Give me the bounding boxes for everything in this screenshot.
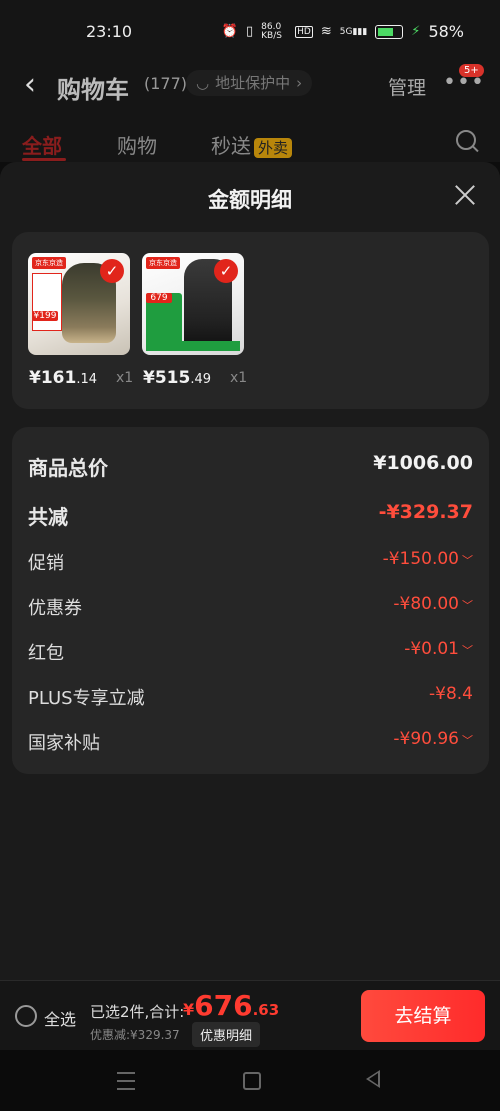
message-badge: 5+ (459, 64, 484, 77)
chevron-right-icon: › (296, 74, 303, 92)
saving-text: 优惠减:¥329.37 (90, 1028, 180, 1042)
red-packet-value: -¥0.01 ﹀ (404, 639, 473, 659)
discount-detail-button[interactable]: 优惠明细 (192, 1022, 261, 1047)
network-speed: 86.0 KB/S (261, 21, 282, 41)
coupon-value: -¥80.00 ﹀ (393, 594, 473, 614)
total-value: ¥1006.00 (373, 452, 473, 474)
cart-header: ‹ 购物车 (177) ◡ 地址保护中 › 管理 ••• 5+ (0, 62, 500, 116)
plus-discount-label: PLUS专享立减 (28, 688, 145, 709)
discount-value: -¥329.37 (378, 501, 473, 523)
image-promo-block (32, 273, 62, 331)
image-promo-strip (146, 341, 240, 351)
selected-summary: 已选2件,合计: (90, 1003, 185, 1021)
tab-instant-delivery[interactable]: 秒送 外卖 (211, 130, 293, 159)
product-qty: x1 (230, 370, 248, 386)
back-icon[interactable] (366, 1070, 380, 1088)
hd-icon: HD (295, 25, 313, 38)
chevron-down-icon: ﹀ (462, 554, 473, 567)
product-image[interactable]: 京东京造 ¥199 ✓ (28, 253, 130, 355)
image-price-tag: ¥199 (32, 311, 58, 321)
tab-instant-delivery-label: 秒送 (211, 134, 251, 158)
status-time: 23:10 (86, 22, 133, 41)
amount-detail-sheet: 金额明细 京东京造 ¥199 ✓ ¥161.14 x1 京东京造 679 ✓ ¥… (0, 162, 500, 980)
red-packet-label: 红包 (28, 643, 64, 664)
tab-all[interactable]: 全部 (22, 130, 62, 159)
image-brand-tag: 京东京造 (32, 257, 66, 269)
back-arrow-icon[interactable]: ‹ (24, 70, 36, 100)
products-card: 京东京造 ¥199 ✓ ¥161.14 x1 京东京造 679 ✓ ¥515.4… (12, 232, 489, 409)
select-all-label[interactable]: 全选 (44, 1006, 76, 1030)
product-price-int: ¥161 (29, 368, 77, 388)
check-icon: ✓ (100, 259, 124, 283)
total-int: 676 (194, 989, 253, 1022)
takeout-tag: 外卖 (254, 138, 293, 158)
address-chip-label: 地址保护中 (215, 74, 291, 92)
product-image[interactable]: 京东京造 679 ✓ (142, 253, 244, 355)
total-currency: ¥ (183, 1000, 195, 1019)
product-price: ¥161.14 (29, 368, 97, 388)
checkout-bar: 全选 已选2件,合计: ¥676.63 优惠减:¥329.37 优惠明细 去结算 (0, 980, 500, 1051)
cart-tabs: 全部 购物 秒送 外卖 (0, 116, 500, 162)
close-icon[interactable] (452, 182, 478, 208)
checkout-button[interactable]: 去结算 (361, 990, 485, 1042)
product-price: ¥515.49 (143, 368, 211, 388)
tab-underline (22, 158, 66, 161)
promotion-label: 促销 (28, 553, 64, 574)
tab-shopping[interactable]: 购物 (117, 130, 157, 159)
price-breakdown-card: 商品总价 ¥1006.00 共减 -¥329.37 促销 -¥150.00 ﹀ 优… (12, 427, 489, 774)
national-subsidy-label: 国家补贴 (28, 733, 100, 754)
status-icons: ⏰ ▯ 86.0 KB/S HD ≋ 5G▮▮▮ ⚡ 58% (222, 22, 464, 41)
coupon-label: 优惠券 (28, 598, 82, 619)
signal-icon: 5G▮▮▮ (339, 26, 368, 37)
battery-icon (375, 24, 404, 39)
cart-total: ¥676.63 (183, 989, 279, 1022)
total-label: 商品总价 (28, 456, 108, 480)
charging-icon: ⚡ (411, 24, 421, 39)
cart-count: (177) (144, 74, 188, 93)
vibrate-icon: ▯ (245, 24, 254, 39)
smile-icon: ◡ (196, 74, 210, 92)
chevron-down-icon: ﹀ (462, 599, 473, 612)
sheet-title: 金额明细 (208, 188, 292, 212)
manage-button[interactable]: 管理 (388, 73, 426, 100)
chevron-down-icon: ﹀ (462, 734, 473, 747)
product-qty: x1 (116, 370, 134, 386)
address-protection-chip[interactable]: ◡ 地址保护中 › (186, 70, 313, 96)
menu-icon[interactable] (117, 1072, 135, 1090)
product-item[interactable]: 京东京造 679 ✓ ¥515.49 x1 (142, 253, 257, 388)
product-price-dec: .49 (190, 372, 212, 387)
product-item[interactable]: 京东京造 ¥199 ✓ ¥161.14 x1 (28, 253, 143, 388)
promotion-value: -¥150.00 ﹀ (382, 549, 473, 569)
system-nav-bar (0, 1050, 500, 1111)
home-icon[interactable] (243, 1072, 261, 1090)
wifi-icon: ≋ (320, 24, 332, 39)
product-price-dec: .14 (76, 372, 98, 387)
check-icon: ✓ (214, 259, 238, 283)
alarm-icon: ⏰ (221, 24, 238, 39)
chevron-down-icon: ﹀ (462, 644, 473, 657)
page-title: 购物车 (57, 76, 129, 104)
image-brand-tag: 京东京造 (146, 257, 180, 269)
discount-label: 共减 (28, 505, 68, 529)
plus-discount-value: -¥8.4 (429, 684, 473, 704)
national-subsidy-value: -¥90.96 ﹀ (393, 729, 473, 749)
search-icon[interactable] (456, 130, 476, 150)
battery-percent: 58% (428, 22, 464, 41)
status-bar: 23:10 ⏰ ▯ 86.0 KB/S HD ≋ 5G▮▮▮ ⚡ 58% (0, 0, 500, 62)
image-price-tag: 679 (146, 293, 172, 303)
select-all-radio[interactable] (15, 1005, 37, 1027)
total-dec: .63 (252, 1001, 280, 1019)
product-price-int: ¥515 (143, 368, 191, 388)
